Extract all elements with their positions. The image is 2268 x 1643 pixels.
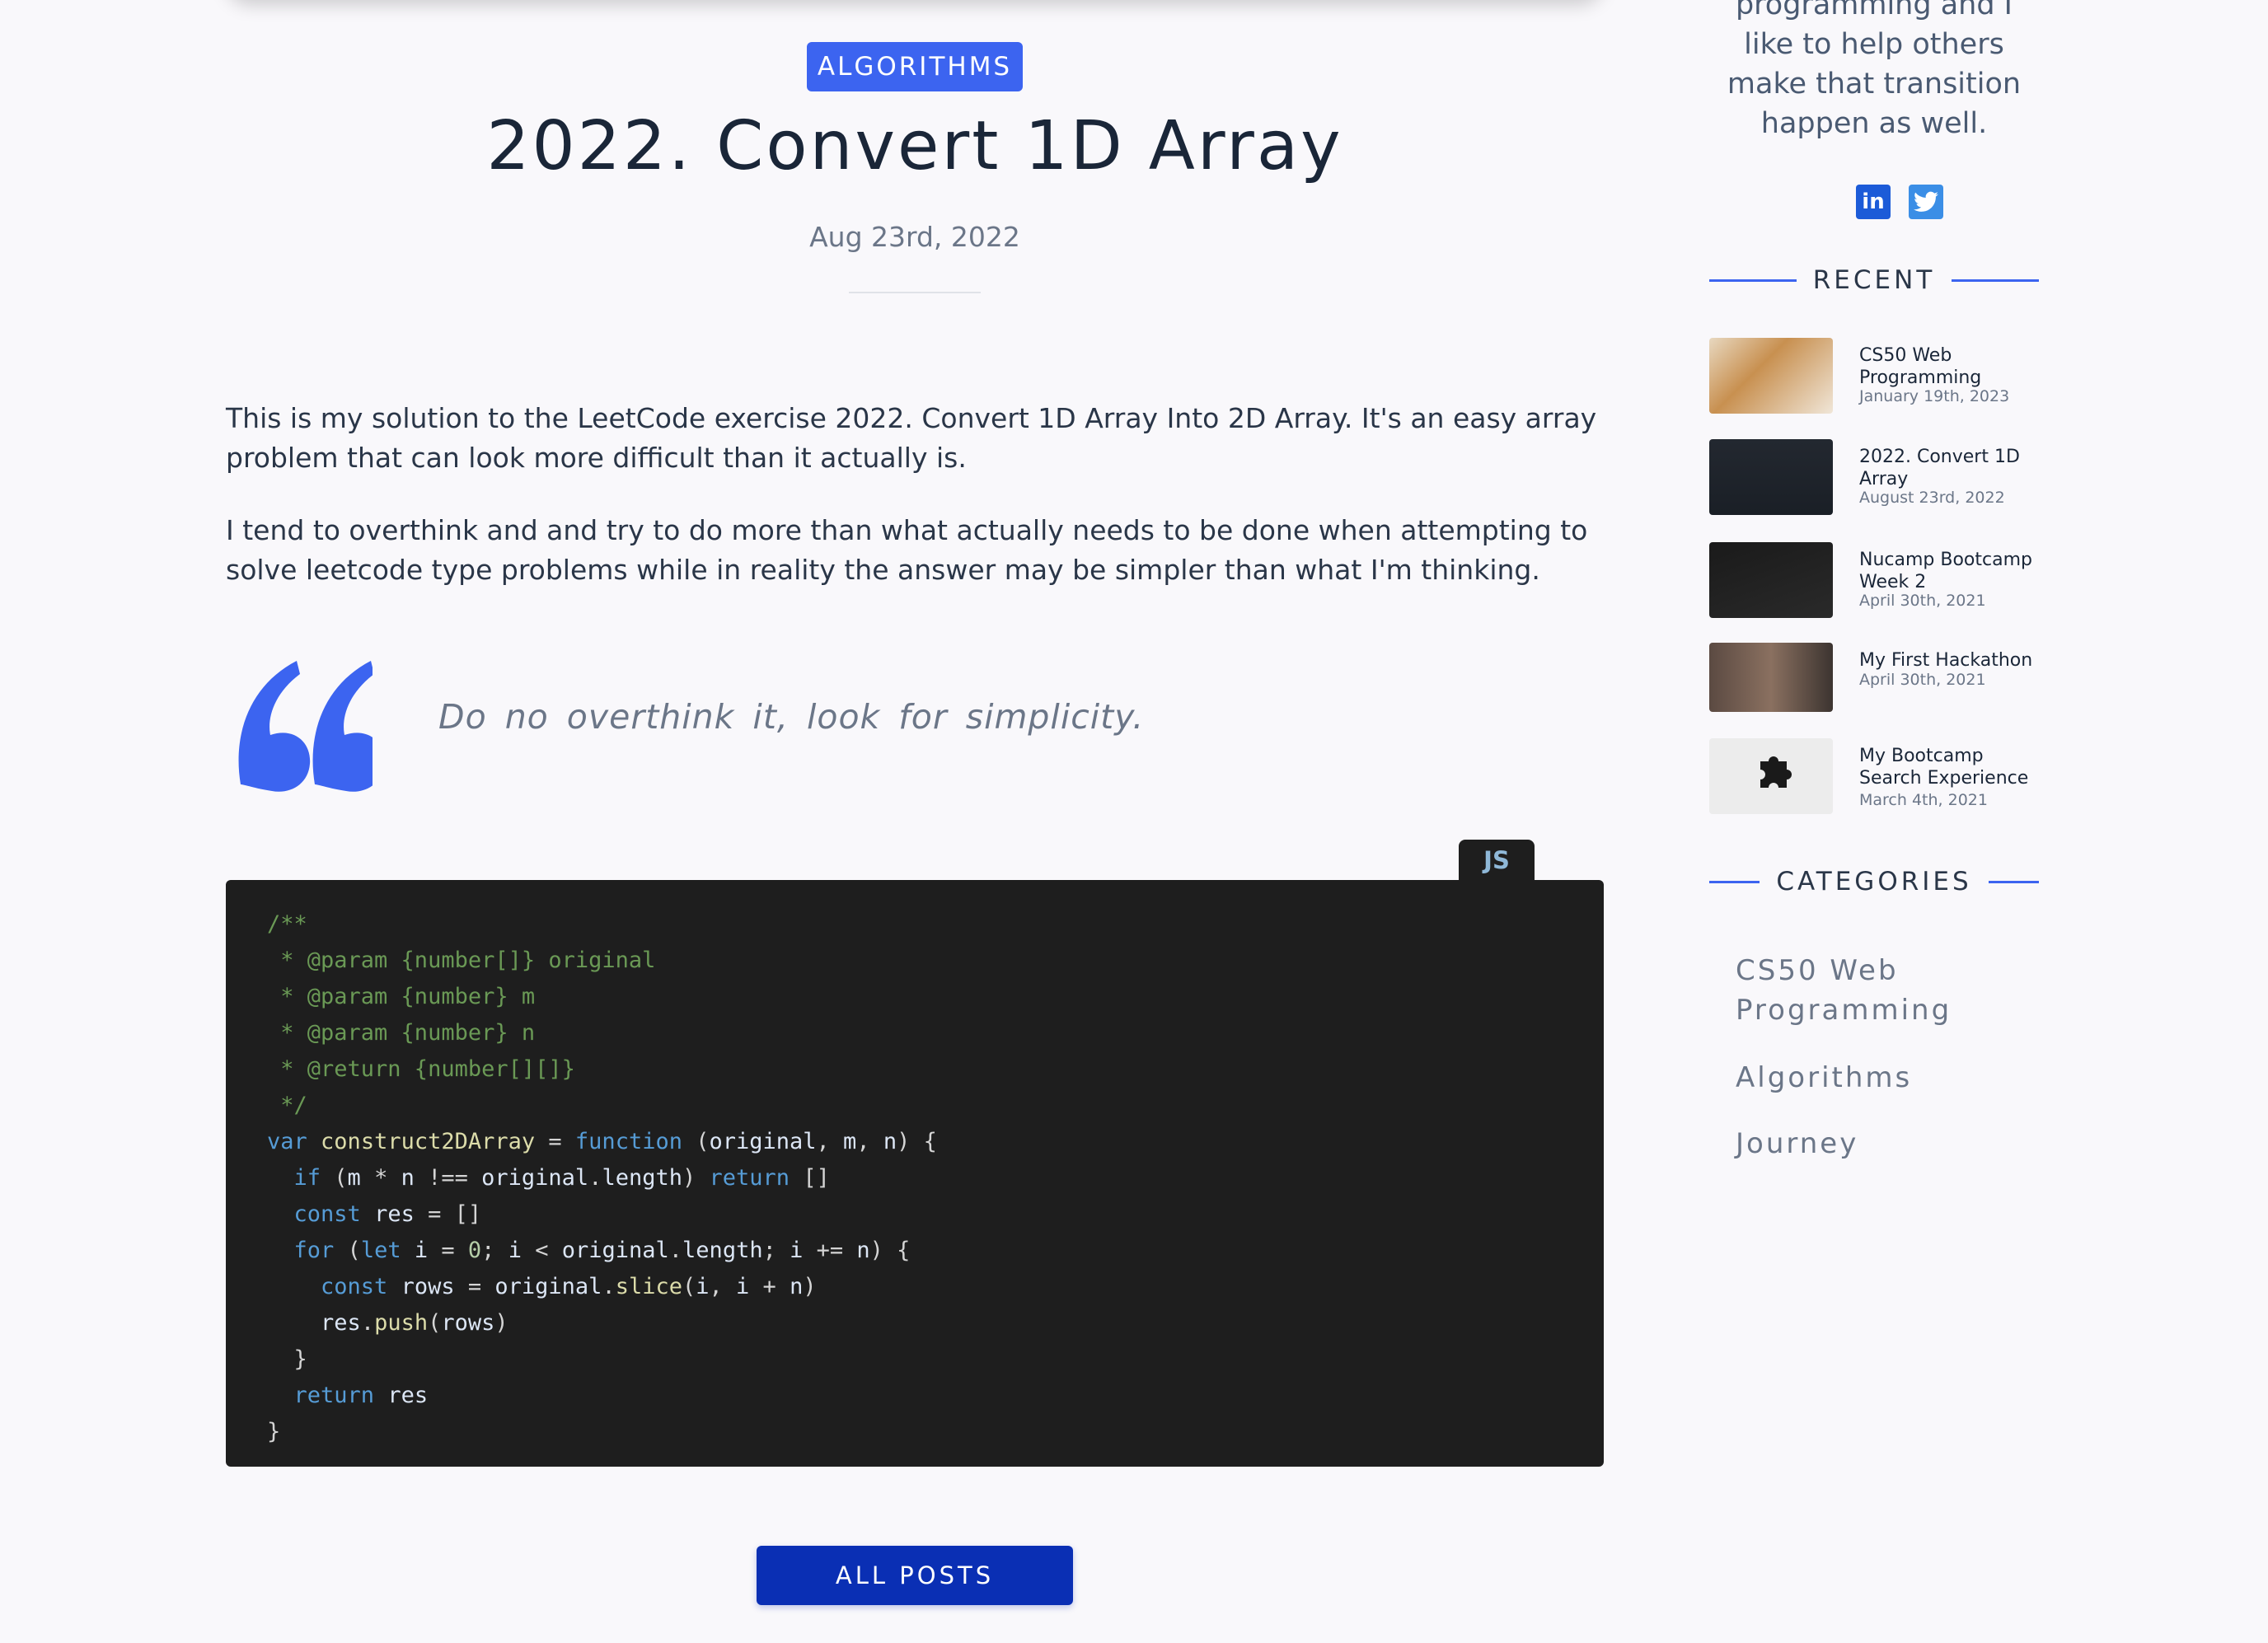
post-date: Aug 23rd, 2022 [809, 221, 1020, 253]
code-block: /** * @param {number[]} original * @para… [226, 880, 1604, 1467]
recent-post-item[interactable]: My Bootcamp Search Experience March 4th,… [1709, 738, 2055, 817]
twitter-bird-icon [1914, 191, 1938, 212]
heading-rule [1709, 279, 1797, 282]
code-line: const rows = original.slice(i, i + n) [321, 1274, 817, 1299]
recent-heading-label: RECENT [1812, 265, 1936, 295]
recent-post-date: April 30th, 2021 [1859, 592, 1986, 610]
code-line: return res [293, 1383, 429, 1408]
quote-icon [238, 661, 373, 792]
code-line: var construct2DArray = function (origina… [267, 1129, 937, 1154]
code-line: /** [267, 911, 307, 937]
recent-post-thumbnail[interactable] [1709, 338, 1833, 414]
code-line: */ [267, 1093, 307, 1118]
heading-rule [1952, 279, 2040, 282]
recent-post-title[interactable]: Nucamp Bootcamp Week 2 [1859, 549, 2049, 593]
recent-post-thumbnail[interactable] [1709, 738, 1833, 814]
heading-rule [1709, 880, 1760, 883]
recent-post-date: March 4th, 2021 [1859, 791, 1988, 809]
category-link[interactable]: Journey [1736, 1124, 2032, 1163]
recent-post-item[interactable]: Nucamp Bootcamp Week 2 April 30th, 2021 [1709, 542, 2055, 621]
categories-heading: CATEGORIES [1709, 867, 2039, 896]
body-paragraph: I tend to overthink and and try to do mo… [226, 514, 1588, 586]
linkedin-icon[interactable]: in [1856, 185, 1891, 219]
all-posts-button[interactable]: ALL POSTS [757, 1546, 1073, 1605]
puzzle-piece-icon [1760, 756, 1792, 788]
twitter-icon[interactable] [1909, 185, 1943, 219]
recent-post-date: August 23rd, 2022 [1859, 489, 2005, 507]
recent-post-thumbnail[interactable] [1709, 542, 1833, 618]
code-line: res.push(rows) [321, 1310, 508, 1336]
category-badge[interactable]: ALGORITHMS [807, 42, 1023, 91]
recent-post-title[interactable]: CS50 Web Programming [1859, 344, 2049, 389]
code-line: * @return {number[][]} [267, 1056, 575, 1082]
author-bio: programming and I like to help others ma… [1727, 0, 2022, 140]
code-line: } [267, 1419, 281, 1444]
code-line: * @param {number} n [267, 1020, 536, 1046]
category-link[interactable]: Algorithms [1736, 1058, 2032, 1098]
code-line: const res = [] [293, 1201, 482, 1227]
code-line: * @param {number} m [267, 984, 536, 1009]
recent-post-thumbnail[interactable] [1709, 439, 1833, 515]
recent-heading: RECENT [1709, 265, 2040, 295]
recent-post-item[interactable]: 2022. Convert 1D Array August 23rd, 2022 [1709, 439, 2055, 518]
recent-post-title[interactable]: 2022. Convert 1D Array [1859, 446, 2049, 490]
quote-text: Do no overthink it, look for simplicity. [438, 697, 1145, 737]
categories-heading-label: CATEGORIES [1776, 867, 1972, 896]
recent-post-item[interactable]: My First Hackathon April 30th, 2021 [1709, 643, 2055, 722]
recent-post-title[interactable]: My First Hackathon [1859, 649, 2049, 672]
category-link[interactable]: CS50 Web Programming [1736, 951, 2032, 1030]
title-divider [849, 292, 981, 293]
code-line: } [267, 1346, 307, 1372]
post-title: 2022. Convert 1D Array [486, 107, 1343, 185]
code-line: if (m * n !== original.length) return [] [293, 1165, 830, 1191]
intro-paragraph: This is my solution to the LeetCode exer… [226, 402, 1597, 474]
heading-rule [1988, 880, 2039, 883]
recent-post-date: January 19th, 2023 [1859, 387, 2010, 405]
recent-post-title[interactable]: My Bootcamp Search Experience [1859, 745, 2049, 789]
recent-post-item[interactable]: CS50 Web Programming January 19th, 2023 [1709, 338, 2055, 417]
recent-post-thumbnail[interactable] [1709, 643, 1833, 712]
code-language-tab: JS [1459, 840, 1535, 881]
code-line: * @param {number[]} original [267, 948, 656, 973]
code-line: for (let i = 0; i < original.length; i +… [293, 1238, 911, 1263]
recent-post-date: April 30th, 2021 [1859, 671, 1986, 689]
social-links: in [1856, 185, 1943, 219]
